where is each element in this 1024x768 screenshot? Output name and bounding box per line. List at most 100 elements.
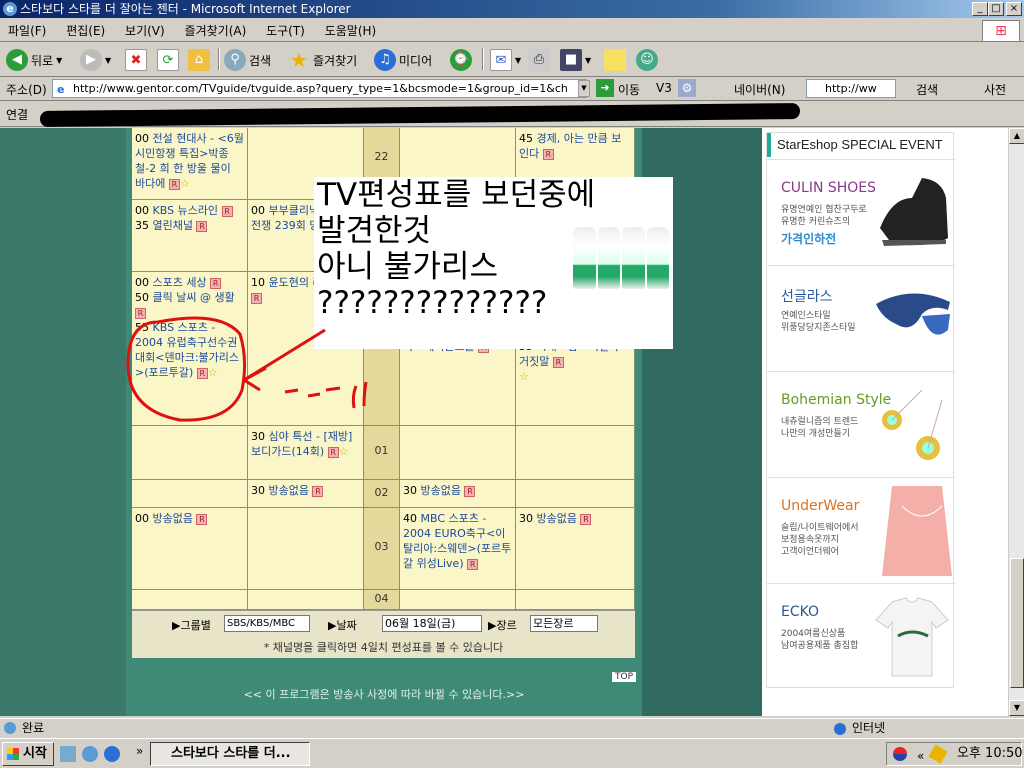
sunglasses-icon <box>876 293 950 335</box>
address-dropdown[interactable]: ▼ <box>578 80 590 97</box>
redaction-scribble <box>40 103 800 127</box>
toolbar: ◀ 뒤로 ▼ ▶ ▼ ✖ ⟳ ⌂ ⚲ 검색 ★ 즐겨찾기 ♫ 미디어 ⌚ ✉ ▼ ⎙ … <box>0 43 1024 77</box>
back-arrow-icon: ◀ <box>6 49 28 71</box>
media-label: 미디어 <box>399 53 433 68</box>
hour-cell: 02 <box>364 480 400 508</box>
search-button[interactable]: ⚲ 검색 <box>224 48 271 72</box>
note-icon <box>604 49 626 71</box>
tray-app-icon[interactable] <box>928 744 948 764</box>
vertical-scrollbar[interactable]: ▲ ▼ <box>1008 128 1024 716</box>
start-button[interactable]: 시작 <box>2 742 54 766</box>
event-item-shoes[interactable]: CULIN SHOES 유명연예인 협찬구두로 유명한 커린슈즈의 가격인하전 <box>767 159 955 265</box>
home-icon: ⌂ <box>188 49 210 71</box>
stop-icon: ✖ <box>125 49 147 71</box>
forward-button[interactable]: ▶ ▼ <box>80 48 111 72</box>
quicklaunch-ie-icon[interactable] <box>104 746 120 762</box>
edit-button[interactable]: ■ ▼ <box>560 48 591 72</box>
quicklaunch-outlook-icon[interactable] <box>82 746 98 762</box>
refresh-button[interactable]: ⟳ <box>157 48 179 72</box>
close-button[interactable]: × <box>1006 2 1022 16</box>
scroll-down-icon[interactable]: ▼ <box>1009 700 1024 716</box>
program-cell[interactable]: 30 방송없음 R <box>400 480 516 508</box>
naver-search-button[interactable]: 검색 <box>916 81 938 98</box>
scroll-thumb[interactable] <box>1010 558 1024 688</box>
go-label[interactable]: 이동 <box>618 81 640 98</box>
note-button[interactable] <box>604 48 626 72</box>
event-item-underwear[interactable]: UnderWear 슬립/나이트웨어에서 보정용속옷까지 고객이언더웨어 <box>767 477 955 583</box>
program-cell[interactable]: 30 방송없음 R <box>516 508 635 590</box>
favorites-label: 즐겨찾기 <box>313 53 358 68</box>
jewelry-icon <box>882 389 943 460</box>
stop-button[interactable]: ✖ <box>125 48 147 72</box>
date-select[interactable]: 06월 18일(금) <box>382 615 482 632</box>
windows-logo-icon: ⊞ <box>982 20 1020 42</box>
caption-line-1: TV편성표를 보던중에 <box>317 177 596 213</box>
menu-help[interactable]: 도움말(H) <box>317 18 385 39</box>
menu-bar: 파일(F) 편집(E) 보기(V) 즐겨찾기(A) 도구(T) 도움말(H) <box>0 18 1024 42</box>
program-cell <box>248 508 364 590</box>
menu-tools[interactable]: 도구(T) <box>258 18 313 39</box>
program-cell[interactable]: 40 MBC 스포츠 - 2004 EURO축구<이탈리아:스웨덴>(포르투갈 … <box>400 508 516 590</box>
tray-expand-icon[interactable]: « <box>917 745 924 767</box>
internet-zone-icon <box>834 723 846 735</box>
address-input[interactable]: http://www.gentor.com/TVguide/tvguide.as… <box>52 79 587 98</box>
media-button[interactable]: ♫ 미디어 <box>374 48 432 72</box>
schedule-controls: ▶그룹별 SBS/KBS/MBC ▶날짜 06월 18일(금) ▶장르 모든장르… <box>132 610 635 658</box>
genre-select[interactable]: 모든장르 <box>530 615 598 632</box>
program-cell[interactable]: 00 방송없음 R <box>132 508 248 590</box>
red-circle-annotation <box>126 316 368 422</box>
back-button[interactable]: ◀ 뒤로 ▼ <box>6 48 62 72</box>
mail-icon: ✉ <box>490 49 512 71</box>
quicklaunch-desktop-icon[interactable] <box>60 746 76 762</box>
event-item-sunglasses[interactable]: 선글라스 연예인스타일 위풍당당지존스타일 <box>767 265 955 371</box>
dictionary-button[interactable]: 사전 <box>984 81 1006 98</box>
left-margin <box>0 128 126 716</box>
program-cell <box>132 480 248 508</box>
system-tray: « 오후 10:50 <box>886 742 1023 767</box>
genre-label: ▶장르 <box>488 619 517 632</box>
menu-edit[interactable]: 편집(E) <box>58 18 113 39</box>
naver-label[interactable]: 네이버(N) <box>734 81 785 98</box>
title-bar: e 스타보다 스타를 더 잘아는 젠터 - Microsoft Internet… <box>0 0 1024 18</box>
v3-label[interactable]: V3 <box>656 81 672 95</box>
ime-icon[interactable] <box>893 747 907 761</box>
program-cell[interactable]: 30 심야 특선 - [재방]보디가드(14회) R ☆ <box>248 426 364 480</box>
maximize-button[interactable]: □ <box>988 2 1004 16</box>
menu-file[interactable]: 파일(F) <box>0 18 54 39</box>
program-cell <box>516 480 635 508</box>
refresh-icon: ⟳ <box>157 49 179 71</box>
scroll-up-icon[interactable]: ▲ <box>1009 128 1024 144</box>
program-cell <box>132 590 248 610</box>
v3-icon[interactable]: ⚙ <box>678 79 696 97</box>
tshirt-icon <box>875 597 949 677</box>
program-cell <box>516 426 635 480</box>
group-label: ▶그룹별 <box>172 619 211 632</box>
menu-view[interactable]: 보기(V) <box>117 18 173 39</box>
favorites-button[interactable]: ★ 즐겨찾기 <box>288 48 357 72</box>
window-title: 스타보다 스타를 더 잘아는 젠터 - Microsoft Internet E… <box>20 2 351 16</box>
search-icon: ⚲ <box>224 49 246 71</box>
program-cell[interactable]: 00 KBS 뉴스라인 R 35 열린채널 R <box>132 200 248 272</box>
minimize-button[interactable]: _ <box>972 2 988 16</box>
group-select[interactable]: SBS/KBS/MBC <box>224 615 310 632</box>
event-item-bohemian[interactable]: Bohemian Style 내츄럴니즘의 트렌드 나만의 개성만들기 <box>767 371 955 477</box>
naver-search-input[interactable]: http://ww <box>806 79 896 98</box>
messenger-button[interactable]: ☺ <box>636 48 658 72</box>
taskbar-window-button[interactable]: 스타보다 스타를 더... <box>150 742 310 766</box>
program-cell[interactable]: 30 방송없음 R <box>248 480 364 508</box>
event-item-ecko[interactable]: ECKO 2004여름신상품 남여공용제품 총집합 <box>767 583 955 689</box>
chevron-icon[interactable]: » <box>136 744 143 758</box>
top-link[interactable]: TOP <box>611 672 636 682</box>
back-label: 뒤로 <box>31 53 54 68</box>
event-panel: StarEshop SPECIAL EVENT CULIN SHOES 유명연예… <box>766 132 955 689</box>
print-button[interactable]: ⎙ <box>528 48 550 72</box>
go-icon[interactable]: ➜ <box>596 79 614 97</box>
history-button[interactable]: ⌚ <box>450 48 472 72</box>
mail-button[interactable]: ✉ ▼ <box>490 48 521 72</box>
program-cell[interactable]: 00 전설 현대사 - <6월 시민항쟁 특집>박종철-2 희 한 방울 물이 … <box>132 128 248 200</box>
home-button[interactable]: ⌂ <box>188 48 210 72</box>
menu-favorites[interactable]: 즐겨찾기(A) <box>177 18 255 39</box>
program-cell <box>516 590 635 610</box>
hour-cell: 01 <box>364 426 400 480</box>
taskbar: 시작 » 스타보다 스타를 더... « 오후 10:50 <box>0 738 1024 768</box>
